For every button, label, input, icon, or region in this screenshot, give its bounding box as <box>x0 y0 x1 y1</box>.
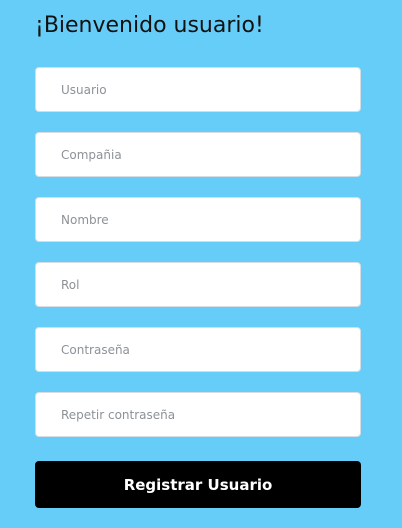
password-input[interactable] <box>35 327 361 372</box>
username-input[interactable] <box>35 67 361 112</box>
company-input[interactable] <box>35 132 361 177</box>
page-title: ¡Bienvenido usuario! <box>35 13 264 38</box>
register-page: ¡Bienvenido usuario! Registrar Usuario <box>0 0 402 528</box>
repeat-password-input[interactable] <box>35 392 361 437</box>
register-form <box>35 67 361 457</box>
role-input[interactable] <box>35 262 361 307</box>
name-input[interactable] <box>35 197 361 242</box>
register-user-button[interactable]: Registrar Usuario <box>35 461 361 508</box>
